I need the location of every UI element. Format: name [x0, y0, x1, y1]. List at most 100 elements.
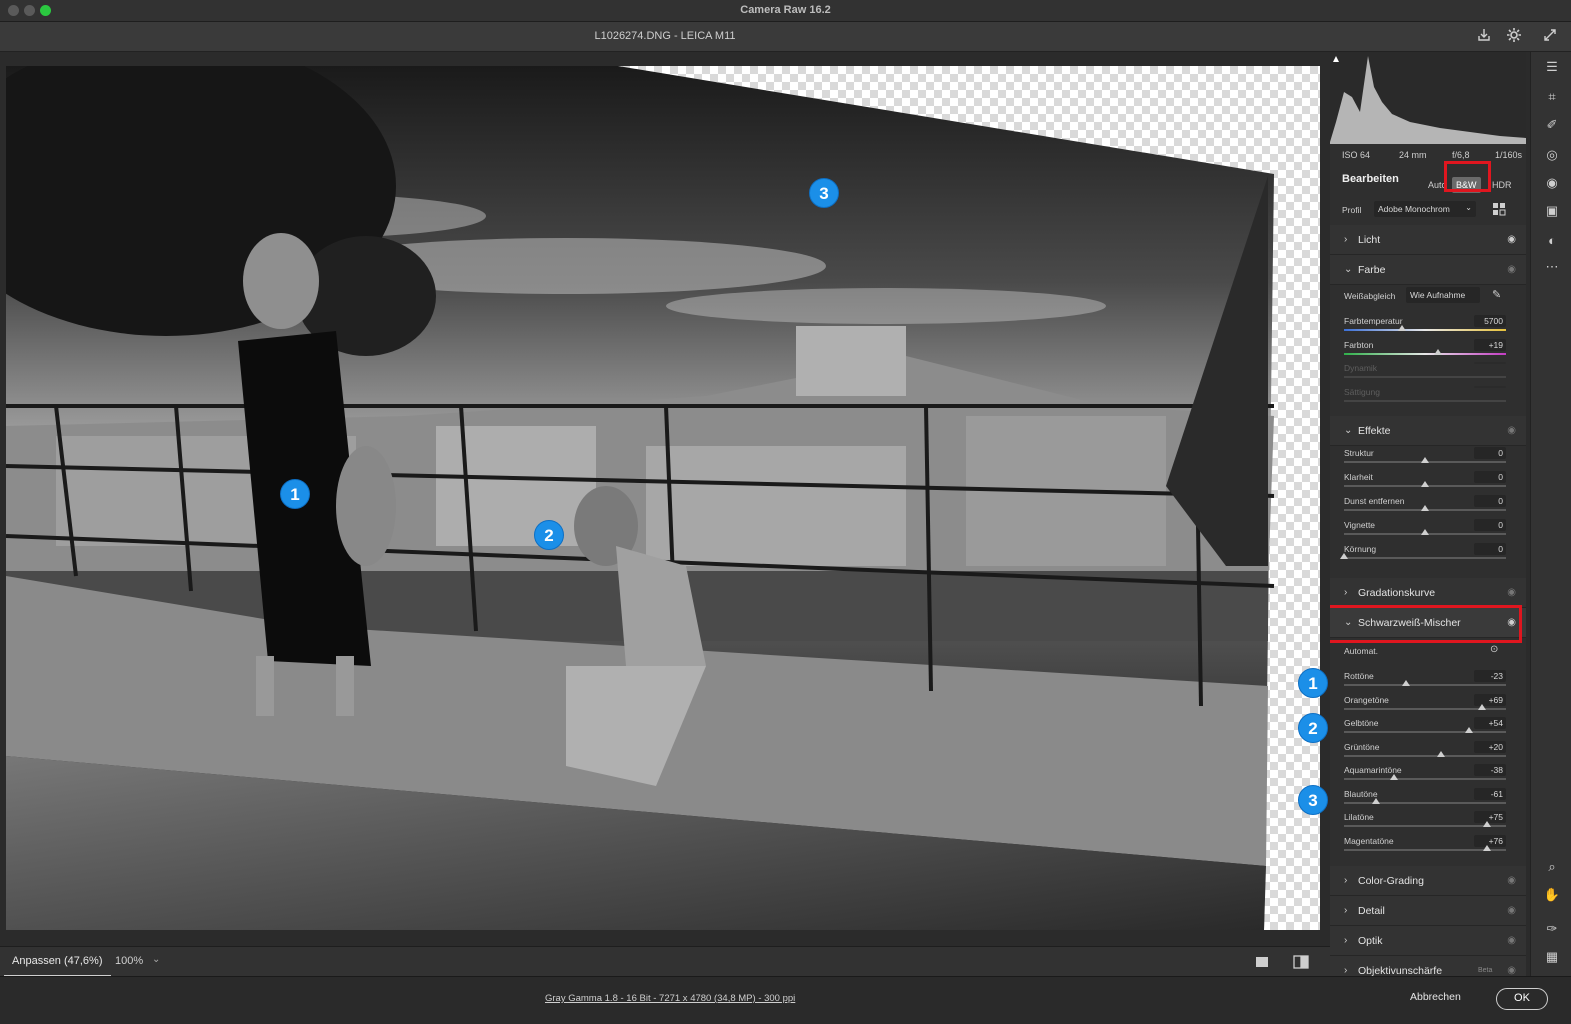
slider-track[interactable]	[1344, 376, 1506, 378]
slider-value-input[interactable]: 5700	[1474, 315, 1506, 327]
slider-thumb[interactable]	[1398, 325, 1407, 331]
slider-value-input[interactable]: 0	[1474, 471, 1506, 483]
section-licht[interactable]: › Licht ◉	[1330, 225, 1526, 255]
slider-value-input[interactable]	[1474, 385, 1506, 388]
slider-thumb[interactable]	[1482, 821, 1491, 827]
eyedropper-icon[interactable]: ✎	[1492, 288, 1501, 301]
crop-icon[interactable]: ⌗	[1541, 86, 1563, 108]
slider-thumb[interactable]	[1421, 481, 1429, 487]
slider-value-input[interactable]: -38	[1474, 764, 1506, 776]
single-view-icon[interactable]	[1255, 955, 1269, 969]
slider-thumb[interactable]	[1421, 505, 1429, 511]
slider-track[interactable]	[1340, 553, 1506, 559]
ok-button[interactable]: OK	[1496, 988, 1548, 1010]
redeye-icon[interactable]: ◉	[1541, 172, 1563, 194]
slider-track[interactable]	[1344, 348, 1506, 355]
wb-select[interactable]: Wie Aufnahme	[1406, 287, 1480, 303]
slider-track[interactable]	[1344, 821, 1506, 827]
eye-icon[interactable]: ◉	[1507, 875, 1516, 886]
snapshot-icon[interactable]: ◐	[1541, 230, 1563, 252]
slider-value-input[interactable]: 0	[1474, 519, 1506, 531]
slider-thumb[interactable]	[1482, 844, 1491, 851]
edit-icon[interactable]: ☰	[1541, 56, 1563, 78]
mask-icon[interactable]: ◎	[1541, 144, 1563, 166]
zoom-dropdown-icon[interactable]: ⌄	[152, 954, 160, 965]
eye-icon[interactable]: ◉	[1507, 905, 1516, 916]
section-gradationskurve[interactable]: › Gradationskurve ◉	[1330, 578, 1526, 608]
target-adjust-icon[interactable]: ⊙	[1490, 644, 1498, 655]
compare-view-icon[interactable]	[1293, 955, 1309, 969]
slider-thumb[interactable]	[1464, 727, 1473, 733]
zoom-level[interactable]: 100%	[115, 955, 143, 967]
slider-track[interactable]	[1344, 750, 1506, 757]
tool-strip: ☰ ⌗ ✐ ◎ ◉ ▣ ◐ ⋯ ⌕ ✋ ✑ ▦	[1530, 52, 1571, 976]
eye-icon[interactable]: ◉	[1507, 425, 1516, 436]
hdr-button[interactable]: HDR	[1488, 177, 1516, 193]
section-detail[interactable]: › Detail ◉	[1330, 896, 1526, 926]
slider-value-input[interactable]: -61	[1474, 787, 1506, 800]
section-optik[interactable]: › Optik ◉	[1330, 926, 1526, 956]
section-objektivunschaerfe[interactable]: › Objektivunschärfe Beta ◉	[1330, 956, 1526, 976]
slider-value-input[interactable]: +19	[1474, 338, 1506, 351]
slider-track[interactable]	[1344, 727, 1506, 733]
file-bar: L1026274.DNG - LEICA M11	[0, 22, 1571, 52]
more-icon[interactable]: ⋯	[1541, 256, 1563, 278]
slider-track[interactable]	[1344, 505, 1506, 511]
slider-track[interactable]	[1344, 457, 1506, 463]
slider-value-input[interactable]: +54	[1474, 717, 1506, 729]
grid-icon[interactable]: ▦	[1541, 946, 1563, 968]
slider-thumb[interactable]	[1390, 774, 1399, 780]
section-effekte[interactable]: ⌄ Effekte ◉	[1330, 416, 1526, 446]
slider-label: Dunst entfernen	[1344, 496, 1405, 506]
slider-thumb[interactable]	[1477, 703, 1486, 710]
slider-thumb[interactable]	[1372, 797, 1381, 804]
slider-track[interactable]	[1344, 797, 1506, 804]
hand-icon[interactable]: ✋	[1541, 884, 1563, 906]
chevron-right-icon: ›	[1344, 587, 1348, 598]
slider-thumb[interactable]	[1340, 553, 1348, 559]
eye-icon[interactable]: ◉	[1507, 587, 1516, 598]
eye-icon[interactable]: ◉	[1507, 264, 1516, 275]
slider-track[interactable]	[1344, 703, 1506, 710]
slider-track[interactable]	[1344, 399, 1506, 402]
eye-icon[interactable]: ◉	[1507, 965, 1516, 976]
slider-track[interactable]	[1344, 844, 1506, 851]
slider-value-input[interactable]	[1474, 362, 1506, 364]
slider-track[interactable]	[1344, 680, 1506, 686]
slider-thumb[interactable]	[1421, 529, 1429, 535]
slider-value-input[interactable]: 0	[1474, 447, 1506, 459]
slider-label: Struktur	[1344, 448, 1374, 458]
bw-auto-label[interactable]: Automat.	[1344, 646, 1378, 656]
expand-icon[interactable]	[1540, 27, 1560, 47]
slider-track[interactable]	[1344, 774, 1506, 780]
eye-icon[interactable]: ◉	[1507, 935, 1516, 946]
section-farbe[interactable]: ⌄ Farbe ◉	[1330, 255, 1526, 285]
slider-value-input[interactable]: 0	[1474, 495, 1506, 507]
gear-icon[interactable]	[1504, 27, 1524, 47]
slider-track[interactable]	[1344, 325, 1506, 331]
eye-icon[interactable]: ◉	[1507, 234, 1516, 245]
zoom-icon[interactable]: ⌕	[1541, 856, 1563, 878]
sampler-icon[interactable]: ✑	[1541, 918, 1563, 940]
profile-browser-icon[interactable]	[1492, 202, 1506, 216]
slider-value-input[interactable]: -23	[1474, 670, 1506, 682]
slider-thumb[interactable]	[1421, 457, 1429, 463]
presets-icon[interactable]: ▣	[1541, 200, 1563, 222]
slider-thumb[interactable]	[1437, 750, 1446, 757]
profile-select[interactable]: Adobe Monochrom ⌄	[1374, 201, 1476, 217]
image-canvas[interactable]: 1 2 3	[6, 66, 1320, 930]
slider-value-input[interactable]: 0	[1474, 543, 1506, 555]
slider-track[interactable]	[1344, 481, 1506, 487]
heal-icon[interactable]: ✐	[1541, 114, 1563, 136]
slider-label: Körnung	[1344, 544, 1377, 554]
cancel-button[interactable]: Abbrechen	[1410, 991, 1461, 1003]
fit-view-button[interactable]: Anpassen (47,6%)	[4, 947, 111, 977]
slider-value-input[interactable]: +20	[1474, 740, 1506, 753]
section-objektivunschaerfe-label: Objektivunschärfe	[1358, 965, 1443, 976]
slider-thumb[interactable]	[1433, 348, 1442, 355]
save-icon[interactable]	[1474, 27, 1494, 47]
slider-thumb[interactable]	[1401, 680, 1410, 686]
section-color-grading[interactable]: › Color-Grading ◉	[1330, 866, 1526, 896]
workflow-options-link[interactable]: Gray Gamma 1.8 - 16 Bit - 7271 x 4780 (3…	[545, 993, 795, 1004]
slider-track[interactable]	[1344, 529, 1506, 535]
